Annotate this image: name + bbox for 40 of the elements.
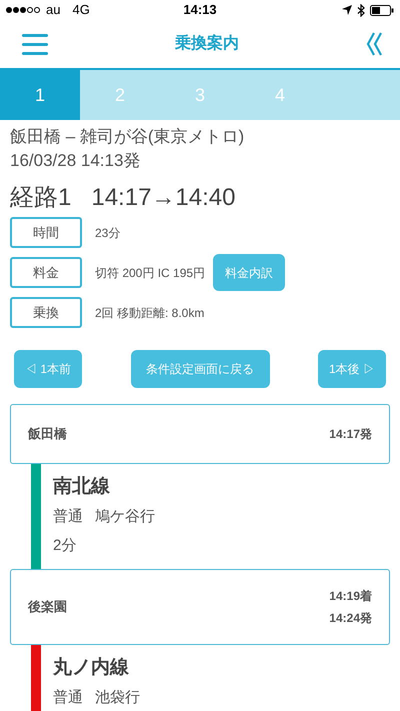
detail-value: 切符 200円 IC 195円 xyxy=(95,264,206,282)
bluetooth-icon xyxy=(357,4,365,16)
route-tab[interactable]: 3 xyxy=(160,70,240,120)
station-time: 14:19着 xyxy=(329,588,372,605)
line-name: 丸ノ内線 xyxy=(53,656,130,680)
route-tab[interactable]: 2 xyxy=(80,70,160,120)
back-to-settings-button[interactable]: 条件設定画面に戻る xyxy=(130,350,270,388)
carrier-name: au xyxy=(46,1,60,20)
detail-value: 2回 移動距離: 8.0km xyxy=(95,304,204,322)
route-times: 14:17→14:40 xyxy=(91,183,236,213)
station-time: 14:17発 xyxy=(329,426,372,443)
menu-icon[interactable] xyxy=(22,33,48,55)
detail-label: 時間 xyxy=(10,217,82,248)
route-tab[interactable]: 1 xyxy=(0,70,80,120)
network-type: 4G xyxy=(72,1,90,20)
previous-button[interactable]: ◁ 1本前 xyxy=(14,350,82,388)
route-stations: 飯田橋 – 雑司が谷(東京メトロ) xyxy=(10,126,246,148)
detail-label: 料金 xyxy=(10,257,82,288)
destination: 鳩ケ谷行 xyxy=(95,507,155,527)
destination: 池袋行 xyxy=(95,688,140,708)
station-name: 後楽園 xyxy=(28,598,67,616)
detail-label: 乗換 xyxy=(10,297,82,328)
clock: 14:13 xyxy=(183,1,217,20)
location-icon xyxy=(342,5,352,15)
departure-time: 16/03/28 14:13発 xyxy=(10,150,142,172)
header-title: 乗換案内 xyxy=(174,33,240,54)
station-name: 飯田橋 xyxy=(28,425,67,444)
service-type: 普通 xyxy=(53,688,83,708)
travel-duration: 2分 xyxy=(53,536,78,556)
battery-icon xyxy=(370,4,394,16)
next-button[interactable]: 1本後 ▷ xyxy=(318,350,386,388)
route-title: 経路1 xyxy=(10,183,72,213)
fare-breakdown-button[interactable]: 料金内訳 xyxy=(213,254,286,291)
detail-value: 23分 xyxy=(95,224,120,242)
signal-icon xyxy=(6,7,40,13)
route-tab[interactable]: 4 xyxy=(240,70,320,120)
service-type: 普通 xyxy=(53,507,83,527)
double-chevron-icon[interactable] xyxy=(366,32,382,56)
line-name: 南北線 xyxy=(53,475,111,499)
station-time: 14:24発 xyxy=(329,610,372,627)
